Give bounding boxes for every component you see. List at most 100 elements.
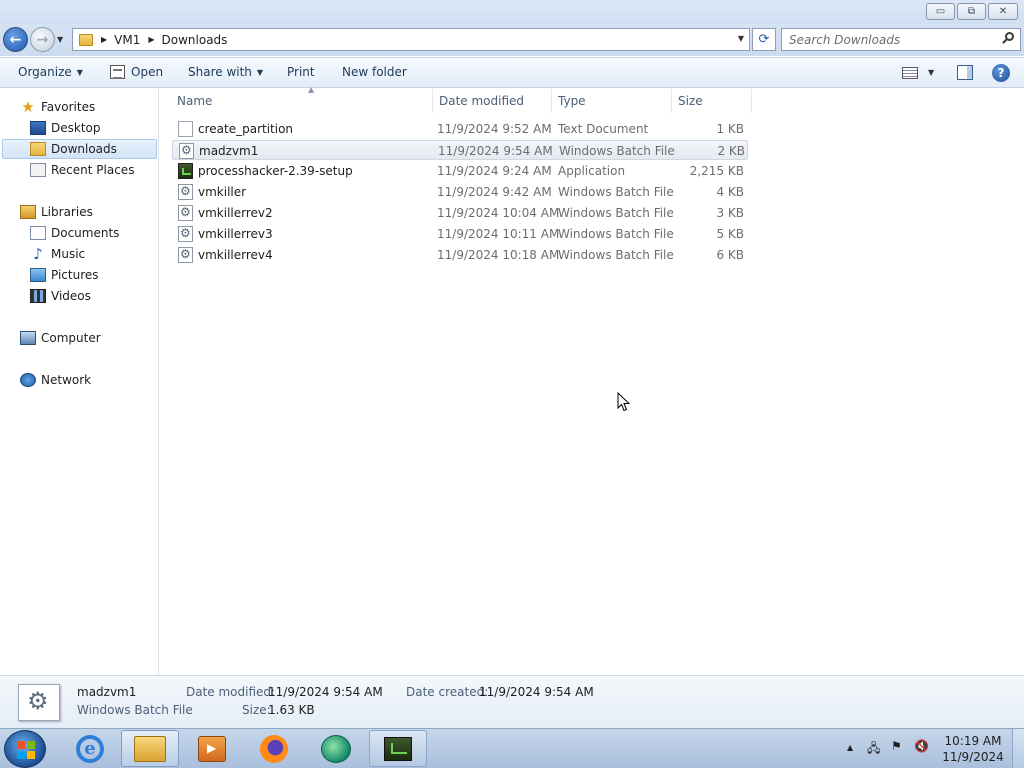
- organize-button[interactable]: Organize ▼: [18, 65, 83, 79]
- nav-libraries[interactable]: Libraries: [20, 202, 93, 222]
- back-button[interactable]: ←: [3, 27, 28, 52]
- restore-icon: ⧉: [967, 6, 976, 17]
- nav-item-downloads[interactable]: Downloads: [2, 139, 157, 159]
- nav-item-videos[interactable]: Videos: [30, 286, 91, 306]
- column-header-size[interactable]: Size: [672, 89, 752, 113]
- column-label: Type: [558, 94, 586, 108]
- file-row[interactable]: vmkillerrev2 11/9/2024 10:04 AM Windows …: [172, 203, 748, 223]
- system-clock[interactable]: 10:19 AM 11/9/2024: [940, 733, 1006, 765]
- file-type: Text Document: [558, 122, 649, 136]
- forward-button[interactable]: →: [30, 27, 55, 52]
- nav-item-music[interactable]: ♪ Music: [30, 244, 85, 264]
- nav-item-documents[interactable]: Documents: [30, 223, 119, 243]
- column-header-name[interactable]: ▲ Name: [171, 85, 433, 113]
- taskbar-process-hacker[interactable]: [369, 730, 427, 767]
- address-dropdown-icon[interactable]: ▼: [738, 34, 744, 43]
- application-icon: [178, 163, 193, 179]
- file-size: 5 KB: [716, 227, 744, 241]
- recent-pages-dropdown[interactable]: ▼: [57, 35, 63, 44]
- file-row[interactable]: vmkiller 11/9/2024 9:42 AM Windows Batch…: [172, 182, 748, 202]
- new-folder-button[interactable]: New folder: [342, 65, 407, 79]
- file-list: ▲ Name Date modified Type Size create_pa…: [160, 85, 1024, 675]
- file-name: vmkillerrev4: [198, 248, 273, 262]
- windows-explorer-icon: [134, 735, 166, 762]
- file-row[interactable]: create_partition 11/9/2024 9:52 AM Text …: [172, 119, 748, 139]
- search-box[interactable]: [781, 28, 1021, 51]
- nav-item-network[interactable]: Network: [20, 370, 91, 390]
- taskbar-windows-explorer[interactable]: [121, 730, 179, 767]
- file-name: vmkiller: [198, 185, 247, 199]
- breadcrumb-downloads[interactable]: Downloads: [162, 33, 228, 47]
- nav-item-pictures[interactable]: Pictures: [30, 265, 99, 285]
- nav-item-computer[interactable]: Computer: [20, 328, 101, 348]
- print-button[interactable]: Print: [287, 65, 315, 79]
- taskbar-internet-explorer[interactable]: e: [61, 730, 119, 767]
- search-icon[interactable]: [1002, 32, 1015, 46]
- clock-date: 11/9/2024: [942, 750, 1004, 764]
- file-row[interactable]: processhacker-2.39-setup 11/9/2024 9:24 …: [172, 161, 748, 181]
- open-label: Open: [131, 65, 164, 79]
- open-button[interactable]: Open: [110, 65, 163, 79]
- file-size: 6 KB: [716, 248, 744, 262]
- taskbar: e ▲ 🖧 ⚑ 🔇 10:19 AM 11/9/2024: [0, 728, 1024, 768]
- address-row: ← → ▼ ▶ VM1 ▶ Downloads ▼ ⟳: [0, 24, 1024, 56]
- libraries-icon: [20, 205, 36, 219]
- search-input[interactable]: [782, 29, 992, 50]
- file-type: Windows Batch File: [558, 185, 674, 199]
- show-desktop-button[interactable]: [1012, 729, 1024, 768]
- network-tray-icon[interactable]: 🖧: [867, 739, 880, 760]
- breadcrumb-chevron-icon[interactable]: ▶: [101, 35, 107, 44]
- file-date-modified: 11/9/2024 9:52 AM: [437, 122, 552, 136]
- details-pane: madzvm1 Windows Batch File Date modified…: [0, 675, 1024, 728]
- column-header-type[interactable]: Type: [552, 89, 672, 113]
- change-view-icon[interactable]: [902, 67, 918, 79]
- date-modified-label: Date modified:: [186, 685, 276, 699]
- windows-logo-icon: [17, 741, 35, 759]
- nav-favorites[interactable]: ★ Favorites: [20, 97, 95, 117]
- help-icon[interactable]: ?: [992, 64, 1010, 82]
- downloads-folder-icon: [30, 142, 46, 156]
- file-date-modified: 11/9/2024 10:04 AM: [437, 206, 560, 220]
- address-bar[interactable]: ▶ VM1 ▶ Downloads ▼: [72, 28, 750, 51]
- action-center-flag-icon[interactable]: ⚑: [891, 739, 902, 753]
- media-player-icon: [198, 735, 226, 762]
- column-header-date-modified[interactable]: Date modified: [433, 89, 552, 113]
- nav-item-desktop[interactable]: Desktop: [30, 118, 101, 138]
- taskbar-app[interactable]: [307, 730, 365, 767]
- start-button[interactable]: [4, 730, 46, 768]
- batch-file-icon: [178, 205, 193, 221]
- breadcrumb-vm1[interactable]: VM1: [114, 33, 140, 47]
- mouse-pointer-icon: [617, 392, 631, 412]
- breadcrumb-chevron-icon[interactable]: ▶: [148, 35, 154, 44]
- taskbar-media-player[interactable]: [183, 730, 241, 767]
- taskbar-firefox[interactable]: [245, 730, 303, 767]
- size-label: Size:: [242, 703, 271, 717]
- share-with-button[interactable]: Share with ▼: [188, 65, 263, 79]
- open-icon: [110, 65, 125, 79]
- volume-muted-icon[interactable]: 🔇: [914, 739, 929, 753]
- file-row[interactable]: vmkillerrev4 11/9/2024 10:18 AM Windows …: [172, 245, 748, 265]
- file-row[interactable]: vmkillerrev3 11/9/2024 10:11 AM Windows …: [172, 224, 748, 244]
- details-file-name: madzvm1: [77, 685, 137, 699]
- maximize-button[interactable]: ⧉: [957, 3, 986, 20]
- date-created-value: 11/9/2024 9:54 AM: [479, 685, 594, 699]
- batch-file-icon: [178, 247, 193, 263]
- file-name: create_partition: [198, 122, 294, 136]
- desktop-icon: [30, 121, 46, 135]
- preview-pane-icon[interactable]: [957, 65, 973, 80]
- file-name: processhacker-2.39-setup: [198, 164, 353, 178]
- print-label: Print: [287, 65, 315, 79]
- more-views-dropdown[interactable]: ▼: [928, 68, 934, 77]
- minimize-button[interactable]: ▭: [926, 3, 955, 20]
- file-row[interactable]: madzvm1 11/9/2024 9:54 AM Windows Batch …: [172, 140, 748, 160]
- close-button[interactable]: ✕: [988, 3, 1018, 20]
- nav-item-recent-places[interactable]: Recent Places: [30, 160, 134, 180]
- organize-label: Organize: [18, 65, 72, 79]
- file-type: Application: [558, 164, 626, 178]
- show-hidden-icons-button[interactable]: ▲: [847, 743, 853, 752]
- file-date-modified: 11/9/2024 10:11 AM: [437, 227, 560, 241]
- refresh-button[interactable]: ⟳: [752, 28, 776, 51]
- details-file-type: Windows Batch File: [77, 703, 193, 717]
- clock-time: 10:19 AM: [944, 734, 1002, 748]
- new-folder-label: New folder: [342, 65, 407, 79]
